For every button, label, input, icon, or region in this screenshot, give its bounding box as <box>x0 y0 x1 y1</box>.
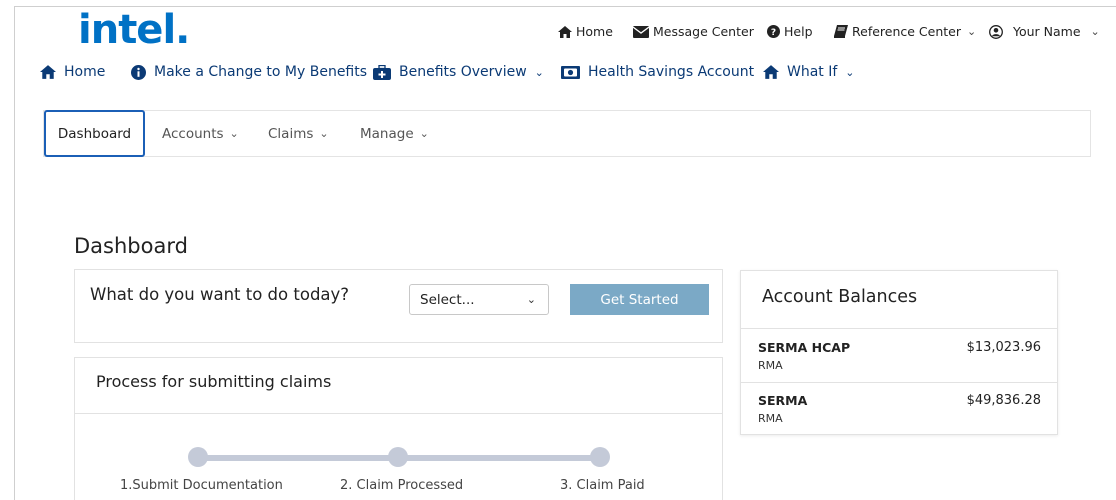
home-icon <box>763 65 779 79</box>
step-dot <box>388 447 408 467</box>
todo-question: What do you want to do today? <box>90 285 350 304</box>
nav-home[interactable]: Home <box>40 64 105 80</box>
process-title: Process for submitting claims <box>96 372 332 391</box>
step-label: 1.Submit Documentation <box>120 478 283 493</box>
step-dot <box>590 447 610 467</box>
balance-amount: $13,023.96 <box>966 340 1041 355</box>
home-icon <box>558 25 572 38</box>
page-title: Dashboard <box>74 234 188 258</box>
divider <box>741 382 1057 383</box>
chevron-down-icon: ⌄ <box>534 65 544 79</box>
tab-dashboard[interactable]: Dashboard <box>44 110 145 157</box>
money-icon <box>561 65 580 79</box>
tab-accounts[interactable]: Accounts ⌄ <box>162 111 239 156</box>
step-label: 2. Claim Processed <box>340 478 464 493</box>
tab-manage[interactable]: Manage ⌄ <box>360 111 429 156</box>
intel-logo[interactable]: intel. <box>78 10 190 50</box>
balance-account-type: RMA <box>758 412 783 425</box>
account-balances-title: Account Balances <box>762 287 918 307</box>
util-home-link[interactable]: Home <box>558 24 613 39</box>
chevron-down-icon: ⌄ <box>526 293 536 306</box>
envelope-icon <box>633 25 649 38</box>
nav-what-if[interactable]: What If ⌄ <box>763 64 855 80</box>
todo-select[interactable]: Select... ⌄ <box>409 284 549 315</box>
nav-benefits-overview[interactable]: Benefits Overview ⌄ <box>373 64 544 80</box>
sub-nav: Dashboard Accounts ⌄ Claims ⌄ Manage ⌄ <box>43 110 1091 157</box>
chevron-down-icon: ⌄ <box>967 25 977 38</box>
tab-claims[interactable]: Claims ⌄ <box>268 111 329 156</box>
svg-text:?: ? <box>771 28 776 38</box>
balance-amount: $49,836.28 <box>966 393 1041 408</box>
medical-bag-icon <box>373 64 391 80</box>
book-icon <box>834 25 848 38</box>
util-reference-center-menu[interactable]: Reference Center ⌄ <box>834 24 976 39</box>
util-message-center-link[interactable]: Message Center <box>633 24 754 39</box>
balance-account-type: RMA <box>758 359 783 372</box>
user-circle-icon <box>989 24 1003 39</box>
chevron-down-icon: ⌄ <box>1090 25 1100 38</box>
util-user-menu[interactable]: Your Name ⌄ <box>989 24 1100 39</box>
step-dot <box>188 447 208 467</box>
chevron-down-icon: ⌄ <box>229 127 239 140</box>
nav-health-savings-account[interactable]: Health Savings Account <box>561 64 754 80</box>
chevron-down-icon: ⌄ <box>845 65 855 79</box>
util-help-link[interactable]: ? Help <box>767 24 813 39</box>
home-icon <box>40 65 56 79</box>
chevron-down-icon: ⌄ <box>319 127 329 140</box>
get-started-button[interactable]: Get Started <box>570 284 709 315</box>
balance-account-name[interactable]: SERMA HCAP <box>758 340 850 355</box>
step-label: 3. Claim Paid <box>560 478 645 493</box>
nav-make-a-change[interactable]: Make a Change to My Benefits <box>131 64 367 80</box>
balance-account-name[interactable]: SERMA <box>758 393 807 408</box>
info-icon <box>131 64 146 80</box>
divider <box>75 413 722 414</box>
chevron-down-icon: ⌄ <box>419 127 429 140</box>
divider <box>741 328 1057 329</box>
question-circle-icon: ? <box>767 25 780 38</box>
